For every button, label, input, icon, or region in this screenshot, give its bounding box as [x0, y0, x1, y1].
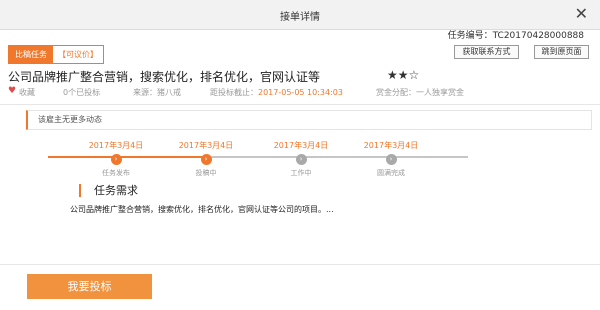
progress-timeline: 2017年3月4日 › 任务发布 2017年3月4日 › 投稿中 2017年3月…: [0, 140, 600, 180]
step-date: 2017年3月4日: [273, 141, 329, 150]
step-label: 圆满完成: [377, 169, 405, 177]
arrow-right-icon: ›: [110, 154, 122, 165]
favorite-link[interactable]: 收藏: [19, 87, 35, 98]
timeline-step-publish: 2017年3月4日 › 任务发布: [76, 140, 156, 178]
heart-icon[interactable]: ♥: [8, 86, 16, 96]
footer-divider: [0, 264, 600, 265]
task-tags: 比稿任务 【可议价】: [8, 45, 104, 64]
step-label: 工作中: [290, 169, 312, 177]
deadline-value: 2017-05-05 10:34:03: [258, 88, 343, 97]
arrow-right-icon: ›: [200, 154, 212, 165]
timeline-step-bidding: 2017年3月4日 › 投稿中: [166, 140, 246, 178]
go-to-original-button[interactable]: 跳到原页面: [534, 45, 589, 59]
price-negotiable-tag: 【可议价】: [53, 46, 103, 63]
step-label: 任务发布: [102, 169, 130, 177]
employer-notice: 该雇主无更多动态: [26, 110, 592, 130]
task-type-tag: 比稿任务: [9, 46, 53, 63]
task-meta: ♥ 收藏 0个已投标 来源：猪八戒 距投标截止：2017-05-05 10:34…: [8, 86, 592, 99]
step-date: 2017年3月4日: [88, 141, 144, 150]
window-title: 接单详情: [280, 12, 320, 23]
submit-bid-button[interactable]: 我要投标: [27, 274, 152, 299]
difficulty-stars: ★★☆: [387, 68, 420, 82]
deadline-label: 距投标截止：: [210, 88, 258, 97]
divider: [0, 104, 600, 105]
title-bar: 接单详情 ✕: [0, 0, 600, 30]
arrow-right-icon: ›: [385, 154, 397, 165]
requirement-text: 公司品牌推广整合营销，搜索优化，排名优化，官网认证等公司的项目。...: [70, 205, 334, 214]
requirement-heading: 任务需求: [79, 184, 138, 197]
step-date: 2017年3月4日: [178, 141, 234, 150]
timeline-step-working: 2017年3月4日 › 工作中: [261, 140, 341, 178]
close-icon[interactable]: ✕: [575, 4, 588, 24]
step-label: 投稿中: [195, 169, 217, 177]
bid-count: 0个已投标: [63, 88, 101, 97]
arrow-right-icon: ›: [295, 154, 307, 165]
get-contact-button[interactable]: 获取联系方式: [454, 45, 519, 59]
reward-allocation: 赏金分配：一人独享赏金: [376, 88, 464, 97]
task-source: 来源：猪八戒: [133, 88, 181, 97]
task-title: 公司品牌推广整合营销，搜索优化，排名优化，官网认证等: [8, 70, 321, 84]
timeline-step-complete: 2017年3月4日 › 圆满完成: [351, 140, 431, 178]
task-number: 任务编号：TC20170428000888: [447, 31, 584, 41]
step-date: 2017年3月4日: [363, 141, 419, 150]
deadline: 距投标截止：2017-05-05 10:34:03: [210, 87, 343, 98]
